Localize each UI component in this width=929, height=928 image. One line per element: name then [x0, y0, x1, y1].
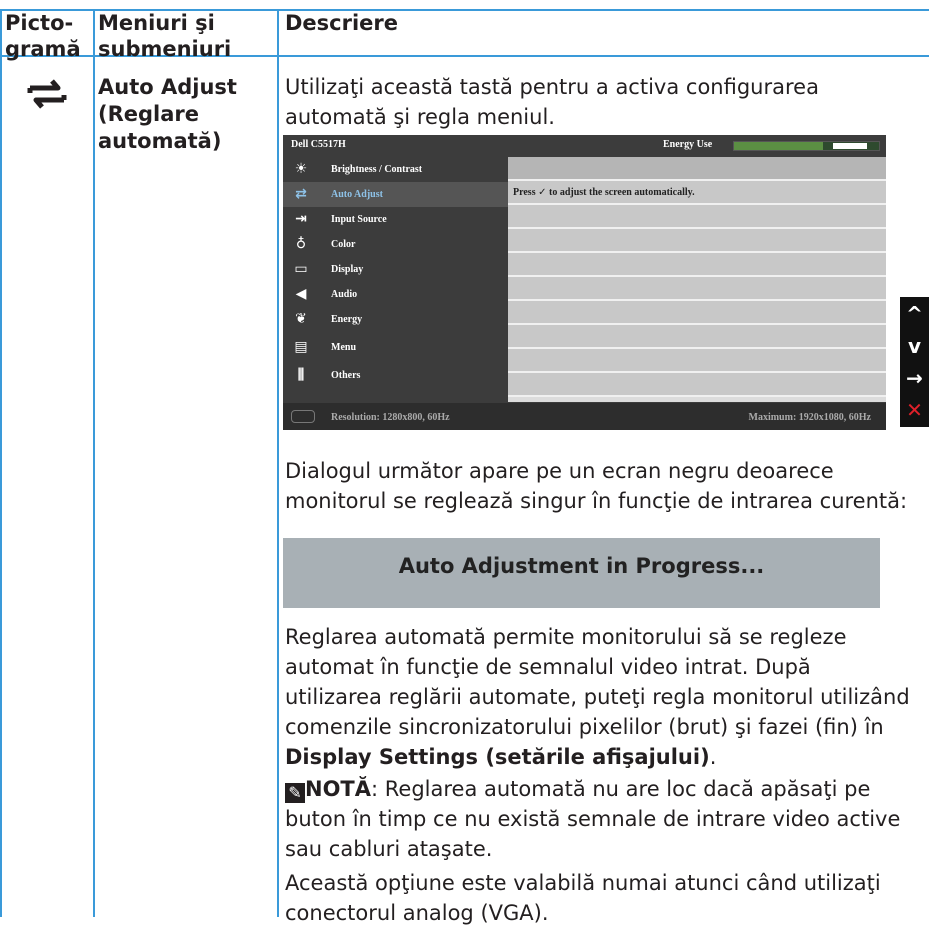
osd-panel-row [508, 349, 886, 373]
osd-menu-list: ☀ Brightness / Contrast ⇄ Auto Adjust ⇥ Input… [283, 157, 508, 402]
auto-adjust-progress-dialog: Auto Adjustment in Progress... [283, 538, 880, 608]
osd-panel-row [508, 229, 886, 253]
intro-text: Utilizaţi această tastă pentru a activa … [285, 75, 819, 129]
header-meniuri: Meniuri şi submeniuri [98, 11, 232, 61]
down-icon[interactable]: v [900, 332, 929, 360]
side-buttons: ^ v → ✕ [900, 297, 929, 427]
osd-menu: Dell C5517H Energy Use ☀ Brightness / Con… [283, 135, 886, 430]
osd-menu-item-brightness-contrast[interactable]: ☀ Brightness / Contrast [283, 157, 508, 182]
close-icon[interactable]: ✕ [900, 396, 929, 424]
osd-menu-item-label: Auto Adjust [331, 189, 383, 200]
osd-menu-item-label: Audio [331, 289, 358, 300]
progress-text: Auto Adjustment in Progress... [398, 554, 765, 578]
table-col-divider-1 [93, 9, 95, 917]
note-label: NOTĂ [305, 777, 372, 801]
display-icon: ▭ [294, 261, 308, 277]
header-descriere: Descriere [285, 11, 399, 35]
osd-panel-row [508, 301, 886, 325]
osd-model: Dell C5517H [291, 139, 346, 150]
note-paragraph: ✎ NOTĂ: Reglarea automată nu are loc dacă… [285, 777, 901, 861]
osd-menu-item-energy[interactable]: ❦ Energy [283, 307, 508, 332]
osd-menu-item-label: Color [331, 239, 356, 250]
energy-meter-marker [833, 143, 867, 149]
energy-meter [733, 141, 880, 151]
osd-panel-row [508, 373, 886, 397]
others-icon: ⫼ [297, 367, 305, 383]
vga-icon [291, 410, 315, 423]
dialog-intro-text: Dialogul următor apare pe un ecran negru… [285, 459, 908, 513]
osd-menu-item-others[interactable]: ⫼ Others [283, 363, 508, 388]
osd-top-bar: Dell C5517H Energy Use [283, 135, 886, 155]
up-icon[interactable]: ^ [900, 300, 929, 328]
osd-resolution: Resolution: 1280x800, 60Hz [331, 412, 450, 423]
header-pictograma: Picto- gramă [5, 11, 81, 61]
osd-maximum: Maximum: 1920x1080, 60Hz [748, 412, 872, 423]
table-left-border [0, 9, 2, 917]
note-icon: ✎ [285, 783, 305, 803]
osd-energy-label: Energy Use [663, 139, 713, 150]
osd-menu-item-label: Menu [331, 342, 356, 353]
osd-menu-item-label: Others [331, 370, 361, 381]
osd-menu-item-audio[interactable]: ◀ Audio [283, 282, 508, 307]
osd-menu-item-label: Display [331, 264, 364, 275]
osd-menu-item-auto-adjust[interactable]: ⇄ Auto Adjust [283, 182, 508, 207]
display-settings-link: Display Settings (setările afişajului) [285, 745, 710, 769]
osd-panel-instruction: Press ✓ to adjust the screen automatical… [513, 187, 695, 198]
enter-icon[interactable]: → [900, 364, 929, 392]
osd-panel-row [508, 157, 886, 181]
brightness-icon: ☀ [294, 161, 308, 177]
osd-menu-item-input-source[interactable]: ⇥ Input Source [283, 207, 508, 232]
osd-menu-item-label: Energy [331, 314, 363, 325]
row-menu-label: Auto Adjust (Reglare automată) [98, 75, 237, 153]
audio-icon: ◀ [295, 286, 307, 302]
osd-bottom-bar: Resolution: 1280x800, 60Hz Maximum: 1920… [283, 403, 886, 430]
osd-menu-item-menu[interactable]: ▤ Menu [283, 335, 508, 360]
vga-paragraph: Această opţiune este valabilă numai atun… [285, 871, 881, 925]
osd-panel: Press ✓ to adjust the screen automatical… [508, 157, 886, 402]
osd-menu-item-display[interactable]: ▭ Display [283, 257, 508, 282]
input-source-icon: ⇥ [295, 211, 307, 227]
osd-panel-row [508, 325, 886, 349]
osd-panel-row: Press ✓ to adjust the screen automatical… [508, 181, 886, 205]
energy-icon: ❦ [295, 311, 307, 327]
table-col-divider-2 [277, 9, 279, 917]
color-icon: ♁ [295, 236, 307, 252]
osd-menu-item-label: Input Source [331, 214, 387, 225]
osd-panel-row [508, 277, 886, 301]
auto-adjust-icon: ⇄ [295, 186, 307, 202]
osd-menu-item-color[interactable]: ♁ Color [283, 232, 508, 257]
menu-icon: ▤ [294, 339, 308, 355]
osd-menu-item-label: Brightness / Contrast [331, 164, 423, 175]
description-paragraph: Reglarea automată permite monitorului să… [285, 625, 910, 769]
energy-meter-fill [734, 142, 823, 150]
auto-adjust-icon [24, 77, 70, 111]
osd-panel-row [508, 253, 886, 277]
osd-panel-row [508, 205, 886, 229]
